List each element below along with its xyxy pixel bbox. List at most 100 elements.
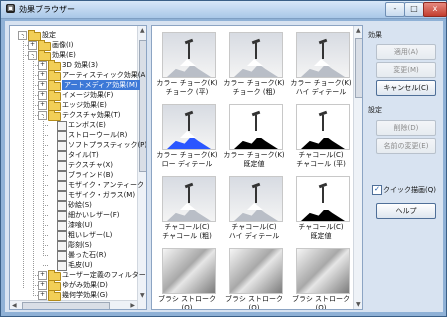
effect-preview-thumbnail[interactable]: ブラシ ストローク(O) (289, 245, 353, 309)
expand-icon[interactable]: + (38, 61, 47, 70)
caption-line: チャコール(C) (298, 151, 344, 159)
preview-scroll-down-icon[interactable]: ▼ (356, 301, 361, 308)
minimize-button[interactable]: - (385, 2, 405, 17)
caption-line: チョーク (平) (165, 88, 209, 96)
maximize-button[interactable]: □ (404, 2, 424, 17)
thumbnail-caption: カラー チョーク(K) 既定値 (222, 151, 286, 169)
effect-icon (57, 241, 67, 251)
effect-preview-thumbnail[interactable]: チャコール(C) チャコール (粗) (155, 173, 219, 244)
tree-item-label: ゆがみ効果(D) (62, 281, 108, 289)
effect-icon (57, 151, 67, 161)
tree-item-label: 彫刻(S) (68, 241, 92, 249)
expand-icon[interactable]: + (38, 91, 47, 100)
app-icon: ▣ (6, 4, 15, 13)
expand-icon[interactable]: + (38, 71, 47, 80)
preview-image (162, 176, 216, 222)
caption-line: カラー チョーク(K) (290, 79, 352, 87)
help-button[interactable]: ヘルプ (376, 203, 436, 219)
effect-preview-thumbnail[interactable]: カラー チョーク(K) ロー ディテール (155, 101, 219, 172)
tree-item-label: 曇った石(R) (68, 251, 107, 259)
preview-scroll-up-icon[interactable]: ▲ (356, 27, 361, 34)
effect-preview-thumbnail[interactable]: カラー チョーク(K) ハイ ディテール (289, 29, 353, 100)
effect-preview-grid[interactable]: ▲ ▼ カラー チョーク(K) チョーク (平) カラー チョーク(K) チョーク (… (151, 25, 363, 310)
figure-shape (188, 43, 190, 59)
effect-preview-thumbnail[interactable]: ブラシ ストローク(O) (222, 245, 286, 310)
tree-item-label: 3D 効果(3) (62, 61, 98, 69)
caption-line: チャコール(C) (231, 223, 277, 231)
preview-image (229, 104, 283, 150)
scroll-right-icon[interactable]: ▶ (130, 302, 135, 309)
expand-icon[interactable]: + (38, 281, 47, 290)
effect-preview-thumbnail[interactable]: カラー チョーク(K) チョーク (平) (155, 29, 219, 100)
cancel-button[interactable]: キャンセル(C) (376, 80, 436, 96)
tree-connector (43, 255, 48, 256)
caption-line: カラー チョーク(K) (223, 79, 285, 87)
expand-icon[interactable]: + (38, 81, 47, 90)
preview-vertical-scroll-thumb[interactable] (355, 38, 362, 98)
caption-line: ブラシ ストローク(O) (157, 295, 217, 310)
modify-button[interactable]: 変更(M) (376, 62, 436, 78)
tree-item-label: アーティスティック効果(A) (62, 71, 147, 79)
expand-icon[interactable]: + (38, 101, 47, 110)
tree-item-label: ストローウール(R) (68, 131, 128, 139)
effect-preview-thumbnail[interactable]: チャコール(C) 既定値 (289, 173, 353, 244)
thumbnail-caption: ブラシ ストローク(O) (222, 295, 286, 310)
window-title: 効果ブラウザー (19, 5, 75, 14)
effect-preview-thumbnail[interactable]: ブラシ ストローク(O) (155, 245, 219, 310)
effect-preview-thumbnail[interactable]: チャコール(C) ハイ ディテール (222, 173, 286, 244)
tree-item-label: テクスチャ効果(T) (62, 111, 121, 119)
preview-image (229, 32, 283, 78)
scroll-up-icon[interactable]: ▲ (140, 27, 145, 34)
effect-preview-thumbnail[interactable]: カラー チョーク(K) チョーク (粗) (222, 29, 286, 100)
thumbnail-caption: ブラシ ストローク(O) (289, 295, 353, 309)
effect-preview-thumbnail[interactable]: カラー チョーク(K) 既定値 (222, 101, 286, 172)
figure-shape (255, 187, 257, 203)
effect-preview-thumbnail[interactable]: チャコール(C) チャコール (平) (289, 101, 353, 172)
preview-image (296, 104, 350, 150)
apply-button[interactable]: 適用(A) (376, 44, 436, 60)
effect-icon (57, 171, 67, 181)
rename-button[interactable]: 名前の変更(E) (376, 138, 436, 154)
quick-preview-checkbox[interactable]: ✓ (372, 185, 382, 195)
thumbnail-caption: カラー チョーク(K) チョーク (平) (155, 79, 219, 97)
settings-group-label: 設定 (368, 106, 382, 114)
thumbnail-caption: チャコール(C) チャコール (粗) (155, 223, 219, 241)
tree-connector (43, 265, 48, 266)
delete-button[interactable]: 削除(D) (376, 120, 436, 136)
tree-item-label: エンボス(E) (68, 121, 106, 129)
preview-image (162, 104, 216, 150)
effect-icon (57, 221, 67, 231)
tree-vertical-scrollbar[interactable]: ▲ ▼ (137, 26, 146, 309)
dialog-body: ▲ ▼ ◀ ▶ -設定+画像(I)-効果(E)+3D 効果(3)+アーティスティ… (5, 21, 443, 312)
caption-line: ブラシ ストローク(O) (224, 295, 284, 310)
settings-tree[interactable]: ▲ ▼ ◀ ▶ -設定+画像(I)-効果(E)+3D 効果(3)+アーティスティ… (9, 25, 147, 310)
caption-line: 既定値 (243, 160, 265, 168)
tree-vertical-scroll-thumb[interactable] (139, 40, 146, 172)
tree-item-label: モザイク・アンティーク (68, 181, 145, 189)
tree-horizontal-scrollbar[interactable]: ◀ ▶ (10, 300, 137, 309)
caption-line: 既定値 (310, 232, 332, 240)
tree-item-label: 画像(I) (52, 41, 74, 49)
tree-item-label: 砂絵(S) (68, 201, 92, 209)
tree-item-label: アートメディア効果(M) (62, 80, 140, 90)
tree-horizontal-scroll-thumb[interactable] (22, 302, 110, 309)
preview-image (229, 176, 283, 222)
tree-item-label: タイル(T) (68, 151, 99, 159)
preview-image (296, 248, 350, 294)
scroll-left-icon[interactable]: ◀ (12, 302, 17, 309)
caption-line: ハイ ディテール (228, 232, 280, 240)
scroll-down-icon[interactable]: ▼ (140, 292, 145, 299)
expand-icon[interactable]: + (38, 271, 47, 280)
expand-icon[interactable]: + (38, 291, 47, 300)
folder-icon (48, 290, 61, 301)
close-button[interactable]: x (423, 2, 447, 17)
tree-guide-line (43, 115, 44, 255)
figure-shape (322, 43, 324, 59)
effects-browser-window: ▣ 効果ブラウザー - □ x ▲ ▼ ◀ ▶ -設定+画像(I)-効果(E)+… (0, 0, 447, 317)
expand-icon[interactable]: + (28, 41, 37, 50)
preview-vertical-scrollbar[interactable]: ▲ ▼ (353, 26, 362, 309)
caption-line: ロー ディテール (161, 160, 213, 168)
effect-icon (57, 181, 67, 191)
tree-guide-line (33, 55, 34, 294)
tree-item-label: ブラインド(B) (68, 171, 114, 179)
